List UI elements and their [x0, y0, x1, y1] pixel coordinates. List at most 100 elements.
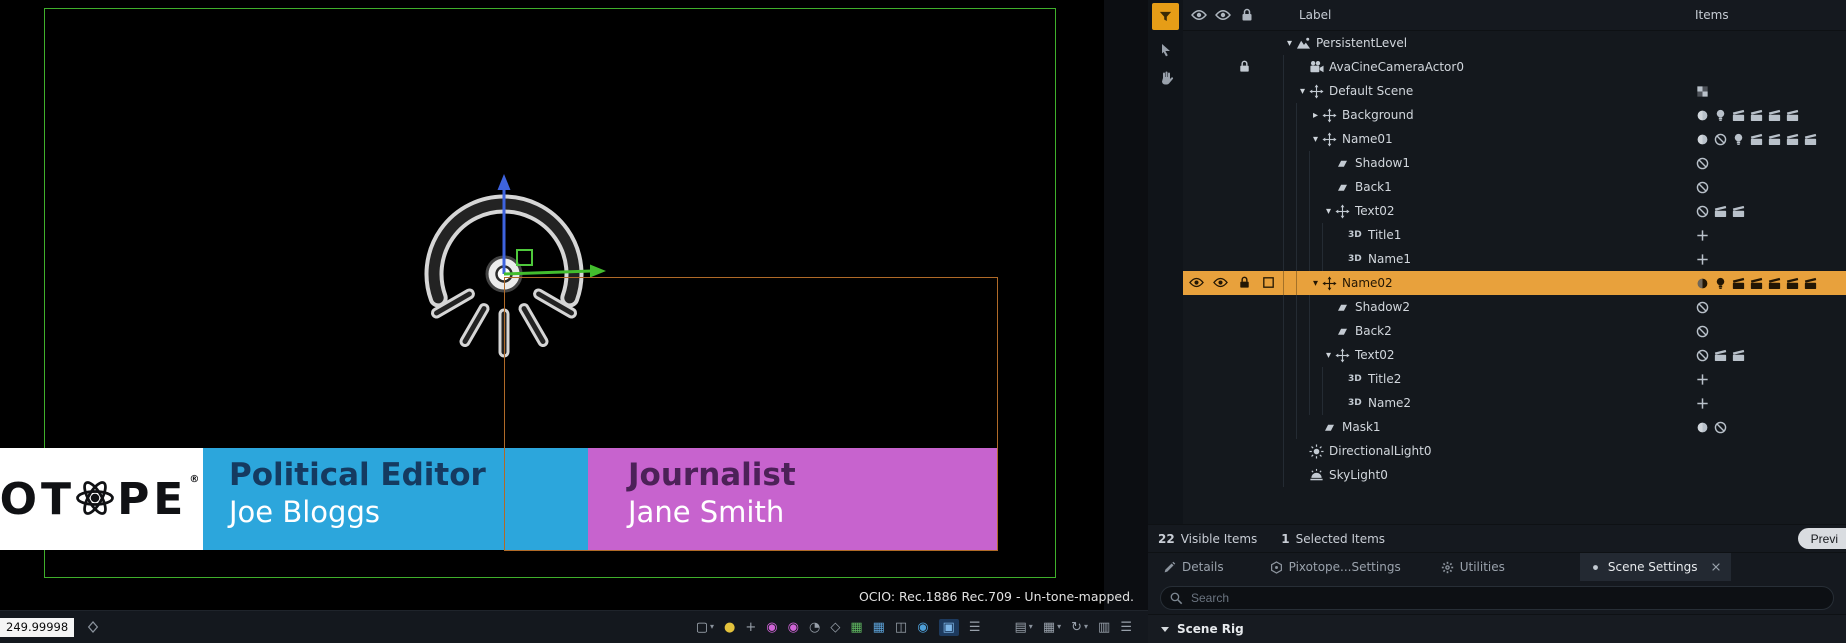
grid-options-button[interactable]: ▦ ▾ [1043, 621, 1061, 634]
screen-toggle-button[interactable]: ▥ [1098, 621, 1110, 634]
bulb-indicator[interactable] [1713, 276, 1728, 291]
lock-toggle[interactable] [1237, 59, 1253, 75]
clapper-indicator[interactable] [1803, 132, 1818, 147]
expander-down-icon[interactable]: ▾ [1309, 278, 1322, 289]
sphere-indicator[interactable] [1695, 276, 1710, 291]
expander-down-icon[interactable]: ▾ [1309, 134, 1322, 145]
show-toggle-button[interactable]: ◔ [809, 621, 820, 634]
layer-options-button[interactable]: ▤ ▾ [1015, 621, 1033, 634]
slash-indicator[interactable] [1695, 204, 1710, 219]
tree-row[interactable]: ▾ Text02 [1183, 199, 1846, 223]
tree-row[interactable]: ▾ Name01 [1183, 127, 1846, 151]
tree-row[interactable]: AvaCineCameraActor0 [1183, 55, 1846, 79]
bulb-indicator[interactable] [1713, 108, 1728, 123]
keyframe-diamond-icon[interactable] [86, 620, 100, 634]
tab-details[interactable]: Details [1154, 553, 1233, 581]
marker-pink-1-button[interactable]: ◉ [766, 621, 777, 634]
marker-yellow-button[interactable]: ● [724, 621, 735, 634]
sphere-indicator[interactable] [1695, 108, 1710, 123]
sphere-indicator[interactable] [1695, 420, 1710, 435]
tree-row[interactable]: Shadow2 [1183, 295, 1846, 319]
box-toggle[interactable] [1261, 275, 1277, 291]
tree-row[interactable]: 3D Name2 [1183, 391, 1846, 415]
eye-toggle[interactable] [1213, 275, 1229, 291]
clapper-indicator[interactable] [1749, 132, 1764, 147]
tree-row[interactable]: ▾ PersistentLevel [1183, 31, 1846, 55]
clapper-indicator[interactable] [1713, 204, 1728, 219]
filter-button[interactable] [1152, 3, 1179, 30]
tab-pixotope-settings[interactable]: Pixotope...Settings [1261, 553, 1410, 581]
clapper-indicator[interactable] [1731, 108, 1746, 123]
slash-indicator[interactable] [1713, 420, 1728, 435]
rgb-channels-button[interactable]: ▦ [850, 621, 862, 634]
tree-row[interactable]: 3D Title2 [1183, 367, 1846, 391]
tree-row[interactable]: Mask1 [1183, 415, 1846, 439]
expander-down-icon[interactable]: ▾ [1296, 86, 1309, 97]
lock-toggle[interactable] [1237, 275, 1253, 291]
clapper-indicator[interactable] [1713, 348, 1728, 363]
expander-right-icon[interactable]: ▸ [1309, 110, 1322, 121]
eye-runtime-icon[interactable] [1215, 7, 1231, 23]
slash-indicator[interactable] [1695, 300, 1710, 315]
clapper-indicator[interactable] [1749, 276, 1764, 291]
clapper-indicator[interactable] [1767, 108, 1782, 123]
clapper-indicator[interactable] [1785, 132, 1800, 147]
items-column-header[interactable]: Items [1695, 8, 1729, 22]
tree-row[interactable]: 3D Name1 [1183, 247, 1846, 271]
transform-cycle-button[interactable]: ↻ ▾ [1071, 621, 1088, 634]
eye-toggle[interactable] [1189, 275, 1205, 291]
label-column-header[interactable]: Label [1299, 8, 1331, 22]
tree-row[interactable]: DirectionalLight0 [1183, 439, 1846, 463]
outline-list-button[interactable]: ☰ [1120, 621, 1132, 634]
select-tool-icon[interactable] [1158, 42, 1174, 58]
camera-eye-button[interactable]: ◉ [917, 621, 928, 634]
slash-indicator[interactable] [1695, 348, 1710, 363]
tree-row[interactable]: Back2 [1183, 319, 1846, 343]
sphere-indicator[interactable] [1695, 132, 1710, 147]
slash-indicator[interactable] [1713, 132, 1728, 147]
clapper-indicator[interactable] [1731, 204, 1746, 219]
bulb-indicator[interactable] [1731, 132, 1746, 147]
clapper-indicator[interactable] [1767, 276, 1782, 291]
expander-down-icon[interactable]: ▾ [1322, 350, 1335, 361]
expander-down-icon[interactable]: ▾ [1283, 38, 1296, 49]
tree-row[interactable]: 3D Title1 [1183, 223, 1846, 247]
marker-pink-2-button[interactable]: ◉ [788, 621, 799, 634]
hand-tool-icon[interactable] [1158, 70, 1174, 86]
preview-button[interactable]: Previ [1797, 528, 1846, 549]
lock-icon[interactable] [1239, 7, 1255, 23]
clapper-indicator[interactable] [1785, 276, 1800, 291]
tab-utilities[interactable]: Utilities [1432, 553, 1514, 581]
tree-row[interactable]: ▾ Text02 [1183, 343, 1846, 367]
cross-indicator[interactable] [1695, 228, 1710, 243]
slash-indicator[interactable] [1695, 180, 1710, 195]
viewport-canvas[interactable]: OT PE ® Political Editor Joe Bloggs Journa… [0, 0, 1148, 643]
close-icon[interactable] [1710, 561, 1722, 573]
cross-indicator[interactable] [1695, 396, 1710, 411]
viewport-mode-button[interactable]: ▢ ▾ [696, 621, 714, 634]
clapper-indicator[interactable] [1731, 276, 1746, 291]
grid-overlay-button[interactable]: ▦ [873, 621, 885, 634]
tab-scene-settings[interactable]: Scene Settings [1579, 553, 1731, 581]
tree-row[interactable]: ▾ Name02 [1183, 271, 1846, 295]
tree-row[interactable]: Shadow1 [1183, 151, 1846, 175]
clapper-indicator[interactable] [1767, 132, 1782, 147]
search-input[interactable] [1160, 585, 1834, 610]
cross-indicator[interactable] [1695, 252, 1710, 267]
tree-row[interactable]: SkyLight0 [1183, 463, 1846, 487]
checker-indicator[interactable] [1695, 84, 1710, 99]
tree-row[interactable]: ▾ Default Scene [1183, 79, 1846, 103]
clapper-indicator[interactable] [1749, 108, 1764, 123]
mirror-view-button[interactable]: ◫ [895, 621, 907, 634]
list-options-button[interactable]: ☰ [969, 621, 981, 634]
clapper-indicator[interactable] [1785, 108, 1800, 123]
active-panel-button[interactable]: ▣ [938, 618, 959, 636]
clapper-indicator[interactable] [1731, 348, 1746, 363]
clapper-indicator[interactable] [1803, 276, 1818, 291]
tree-row[interactable]: Back1 [1183, 175, 1846, 199]
snap-toggle-button[interactable]: + [745, 621, 756, 634]
tree-row[interactable]: ▸ Background [1183, 103, 1846, 127]
eye-editor-icon[interactable] [1191, 7, 1207, 23]
plane-handle[interactable] [516, 249, 533, 266]
expander-down-icon[interactable]: ▾ [1322, 206, 1335, 217]
